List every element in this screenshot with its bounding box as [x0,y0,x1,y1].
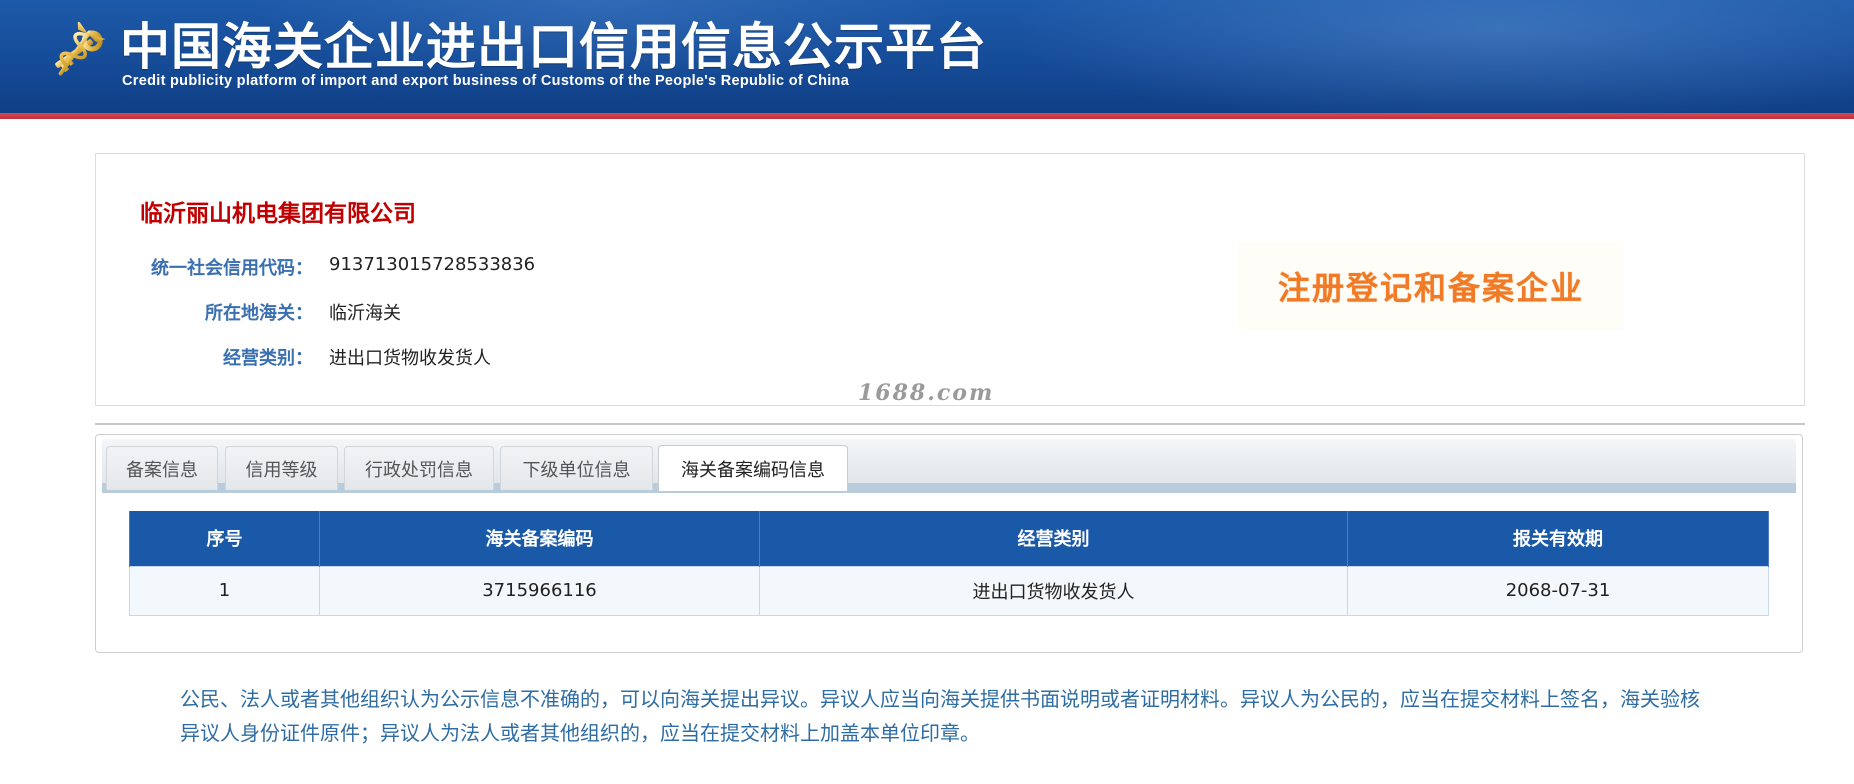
platform-title: 中国海关企业进出口信用信息公示平台 [120,18,987,76]
tab-penalty-info[interactable]: 行政处罚信息 [344,446,494,490]
cell-business-category: 进出口货物收发货人 [759,565,1348,616]
credit-code-row: 统一社会信用代码： 913713015728533836 [96,254,796,280]
customs-office-value: 临沂海关 [329,303,401,324]
tab-subsidiary-info[interactable]: 下级单位信息 [500,446,653,490]
watermark: 1688.com [858,380,995,406]
objection-notice: 公民、法人或者其他组织认为公示信息不准确的，可以向海关提出异议。异议人应当向海关… [180,687,1700,745]
info-tab-panel: 备案信息 信用等级 行政处罚信息 下级单位信息 海关备案编码信息 序号 海关备案… [95,434,1803,653]
tab-credit-level[interactable]: 信用等级 [225,446,338,490]
tab-filing-info[interactable]: 备案信息 [106,446,218,490]
customs-office-label: 所在地海关： [205,303,313,324]
cell-customs-code: 3715966116 [319,565,760,616]
company-info-card: 临沂丽山机电集团有限公司 统一社会信用代码： 91371301572853383… [95,153,1805,406]
platform-subtitle: Credit publicity platform of import and … [122,73,850,89]
header-banner: 中国海关企业进出口信用信息公示平台 Credit publicity platf… [0,0,1854,113]
col-header-validity: 报关有效期 [1347,511,1769,566]
customs-office-row: 所在地海关： 临沂海关 [96,299,796,325]
stamp-text: 注册登记和备案企业 [1277,269,1584,307]
col-header-index: 序号 [129,511,320,566]
tab-customs-code-info[interactable]: 海关备案编码信息 [658,445,848,491]
cell-index: 1 [129,565,320,616]
section-divider [95,423,1805,425]
business-category-label: 经营类别： [223,348,313,369]
table-header-row: 序号 海关备案编码 经营类别 报关有效期 [129,511,1769,566]
customs-code-table: 序号 海关备案编码 经营类别 报关有效期 1 3715966116 进出口货物收… [129,511,1769,616]
col-header-customs-code: 海关备案编码 [319,511,760,566]
business-category-row: 经营类别： 进出口货物收发货人 [96,344,796,370]
registration-status-stamp: 注册登记和备案企业 [1238,242,1624,330]
cell-validity: 2068-07-31 [1347,565,1769,616]
customs-emblem-icon [55,22,106,76]
business-category-value: 进出口货物收发货人 [329,348,491,369]
col-header-business-category: 经营类别 [759,511,1348,566]
company-name: 临沂丽山机电集团有限公司 [140,201,416,227]
banner-red-line [0,113,1854,119]
credit-code-label: 统一社会信用代码： [151,258,313,279]
table-row: 1 3715966116 进出口货物收发货人 2068-07-31 [129,565,1769,616]
credit-code-value: 913713015728533836 [329,254,536,275]
